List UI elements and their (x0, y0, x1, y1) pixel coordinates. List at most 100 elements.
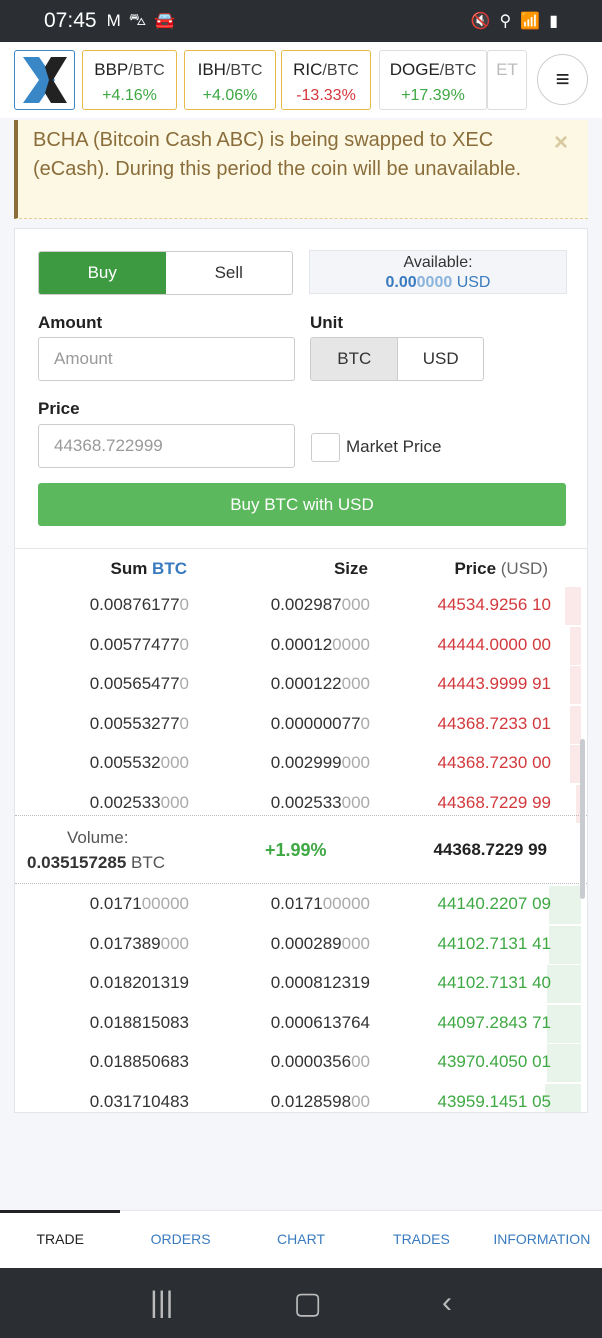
bid-row[interactable]: 0.018201319 0.000812319 44102.7131 40 (15, 965, 587, 1005)
scrollbar[interactable] (580, 739, 585, 899)
bid-row[interactable]: 0.018850683 0.000035600 43970.4050 01 (15, 1044, 587, 1084)
ask-row[interactable]: 0.005774770 0.000120000 44444.0000 00 (15, 626, 587, 667)
available-value-faded: 0000 (416, 274, 453, 291)
sum-header: Sum BTC (110, 559, 187, 578)
price-cell: 44368.7230 00 (437, 753, 551, 773)
sum-cell: 0.005774770 (89, 634, 189, 654)
price-cell: 44140.2207 09 (437, 894, 551, 913)
location-icon: ⚲ (499, 13, 512, 30)
home-icon[interactable]: ▢ (294, 1286, 322, 1321)
close-icon[interactable]: × (554, 128, 568, 157)
ticker-base: BBP (94, 60, 129, 79)
ticker-quote: /BTC (225, 62, 263, 79)
ticker-change: +4.06% (202, 87, 258, 104)
swap-alert: BCHA (Bitcoin Cash ABC) is being swapped… (14, 120, 588, 219)
tab-information[interactable]: INFORMATION (482, 1211, 602, 1268)
size-cell: 0.012859800 (270, 1092, 370, 1111)
sum-cell: 0.031710483 (89, 1092, 189, 1111)
sell-tab[interactable]: Sell (166, 252, 293, 294)
sum-cell: 0.008761770 (89, 595, 189, 614)
sum-cell: 0.005532000 (89, 753, 189, 773)
sum-cell: 0.018850683 (89, 1052, 189, 1072)
bid-row[interactable]: 0.031710483 0.012859800 43959.1451 05 (15, 1084, 587, 1112)
market-price-label[interactable]: Market Price (346, 437, 441, 457)
order-book: Sum BTC Size Price (USD) 0.008761770 0.0… (14, 549, 588, 1113)
depth-bar (570, 626, 581, 665)
price-cell: 44444.0000 00 (437, 634, 551, 654)
price-cell: 44534.9256 10 (437, 595, 551, 614)
car-icon: 🚘 (154, 11, 176, 30)
ticker-quote: /BTC (439, 62, 477, 79)
gmail-icon: M (106, 11, 121, 30)
size-cell: 0.000613764 (270, 1012, 370, 1032)
tab-chart[interactable]: CHART (241, 1211, 361, 1268)
tab-trades[interactable]: TRADES (361, 1211, 481, 1268)
ticker-base: IBH (197, 60, 226, 79)
sum-cell: 0.017100000 (89, 894, 189, 913)
depth-bar (546, 1044, 581, 1083)
depth-bar (570, 705, 581, 744)
size-cell: 0.000812319 (270, 973, 370, 993)
ask-row[interactable]: 0.005654770 0.000122000 44443.9999 91 (15, 666, 587, 706)
battery-icon: ▮ (549, 13, 558, 30)
ask-row[interactable]: 0.005532770 0.000000770 44368.7233 01 (15, 705, 587, 746)
depth-bar (564, 587, 581, 625)
buy-sell-toggle: Buy Sell (38, 251, 293, 295)
system-nav-bar: ||| ▢ ‹ (0, 1268, 602, 1338)
buy-tab[interactable]: Buy (39, 252, 166, 294)
sum-cell: 0.018815083 (89, 1012, 189, 1032)
unit-usd[interactable]: USD (397, 338, 483, 380)
price-cell: 44368.7233 01 (437, 713, 551, 733)
size-cell: 0.002987000 (270, 595, 370, 614)
size-cell: 0.002999000 (270, 753, 370, 773)
size-header: Size (333, 559, 368, 578)
ask-row[interactable]: 0.005532000 0.002999000 44368.7230 00 (15, 745, 587, 785)
sum-cell: 0.018201319 (89, 973, 189, 993)
bid-row[interactable]: 0.018815083 0.000613764 44097.2843 71 (15, 1004, 587, 1045)
bid-row[interactable]: 0.017389000 0.000289000 44102.7131 41 (15, 925, 587, 966)
unit-btc[interactable]: BTC (311, 338, 398, 380)
available-unit: USD (452, 274, 491, 291)
available-balance: Available: 0.000000 USD (309, 250, 567, 294)
tab-trade[interactable]: TRADE (0, 1210, 121, 1268)
ticker-bbp[interactable]: BBP/BTC +4.16% (82, 50, 177, 110)
wifi-icon: 📶 (520, 13, 541, 30)
ticker-et[interactable]: ET (487, 50, 527, 110)
ticker-change: +4.16% (102, 87, 157, 104)
amount-input[interactable]: Amount (38, 337, 295, 381)
ticker-doge[interactable]: DOGE/BTC +17.39% (379, 50, 487, 110)
size-cell: 0.002533000 (270, 793, 370, 812)
price-cell: 43959.1451 05 (437, 1092, 551, 1111)
size-cell: 0.000120000 (270, 634, 370, 654)
menu-button[interactable]: ≡ (537, 54, 588, 105)
market-price-checkbox[interactable] (311, 433, 340, 462)
price-input[interactable]: 44368.722999 (38, 424, 295, 468)
recent-apps-icon[interactable]: ||| (150, 1286, 173, 1320)
change-percent: +1.99% (265, 840, 327, 860)
size-cell: 0.017100000 (270, 894, 370, 913)
tab-orders[interactable]: ORDERS (120, 1211, 240, 1268)
depth-bar (548, 886, 581, 924)
ticker-change: +17.39% (401, 87, 465, 104)
ticker-base: ET (496, 60, 518, 79)
ticker-ric[interactable]: RIC/BTC -13.33% (281, 50, 371, 110)
depth-bar (570, 666, 581, 705)
ticker-base: RIC (293, 60, 323, 79)
depth-bar (546, 1004, 581, 1043)
bid-row[interactable]: 0.017100000 0.017100000 44140.2207 09 (15, 886, 587, 926)
depth-bar (548, 925, 581, 964)
ticker-ibh[interactable]: IBH/BTC +4.06% (184, 50, 276, 110)
app-logo[interactable] (14, 50, 75, 110)
submit-buy-button[interactable]: Buy BTC with USD (38, 483, 566, 526)
clock: 07:45 (44, 9, 97, 32)
ticker-quote: /BTC (128, 62, 165, 79)
available-value: 0.00 (385, 274, 417, 291)
sum-cell: 0.002533000 (89, 793, 189, 812)
bottom-nav: TRADE ORDERS CHART TRADES INFORMATION (0, 1210, 602, 1268)
back-icon[interactable]: ‹ (442, 1286, 452, 1320)
ask-row[interactable]: 0.008761770 0.002987000 44534.9256 10 (15, 587, 587, 627)
unit-toggle: BTC USD (310, 337, 484, 381)
sum-cell: 0.005532770 (89, 713, 189, 733)
unit-label: Unit (310, 313, 344, 332)
amount-label: Amount (38, 313, 103, 332)
